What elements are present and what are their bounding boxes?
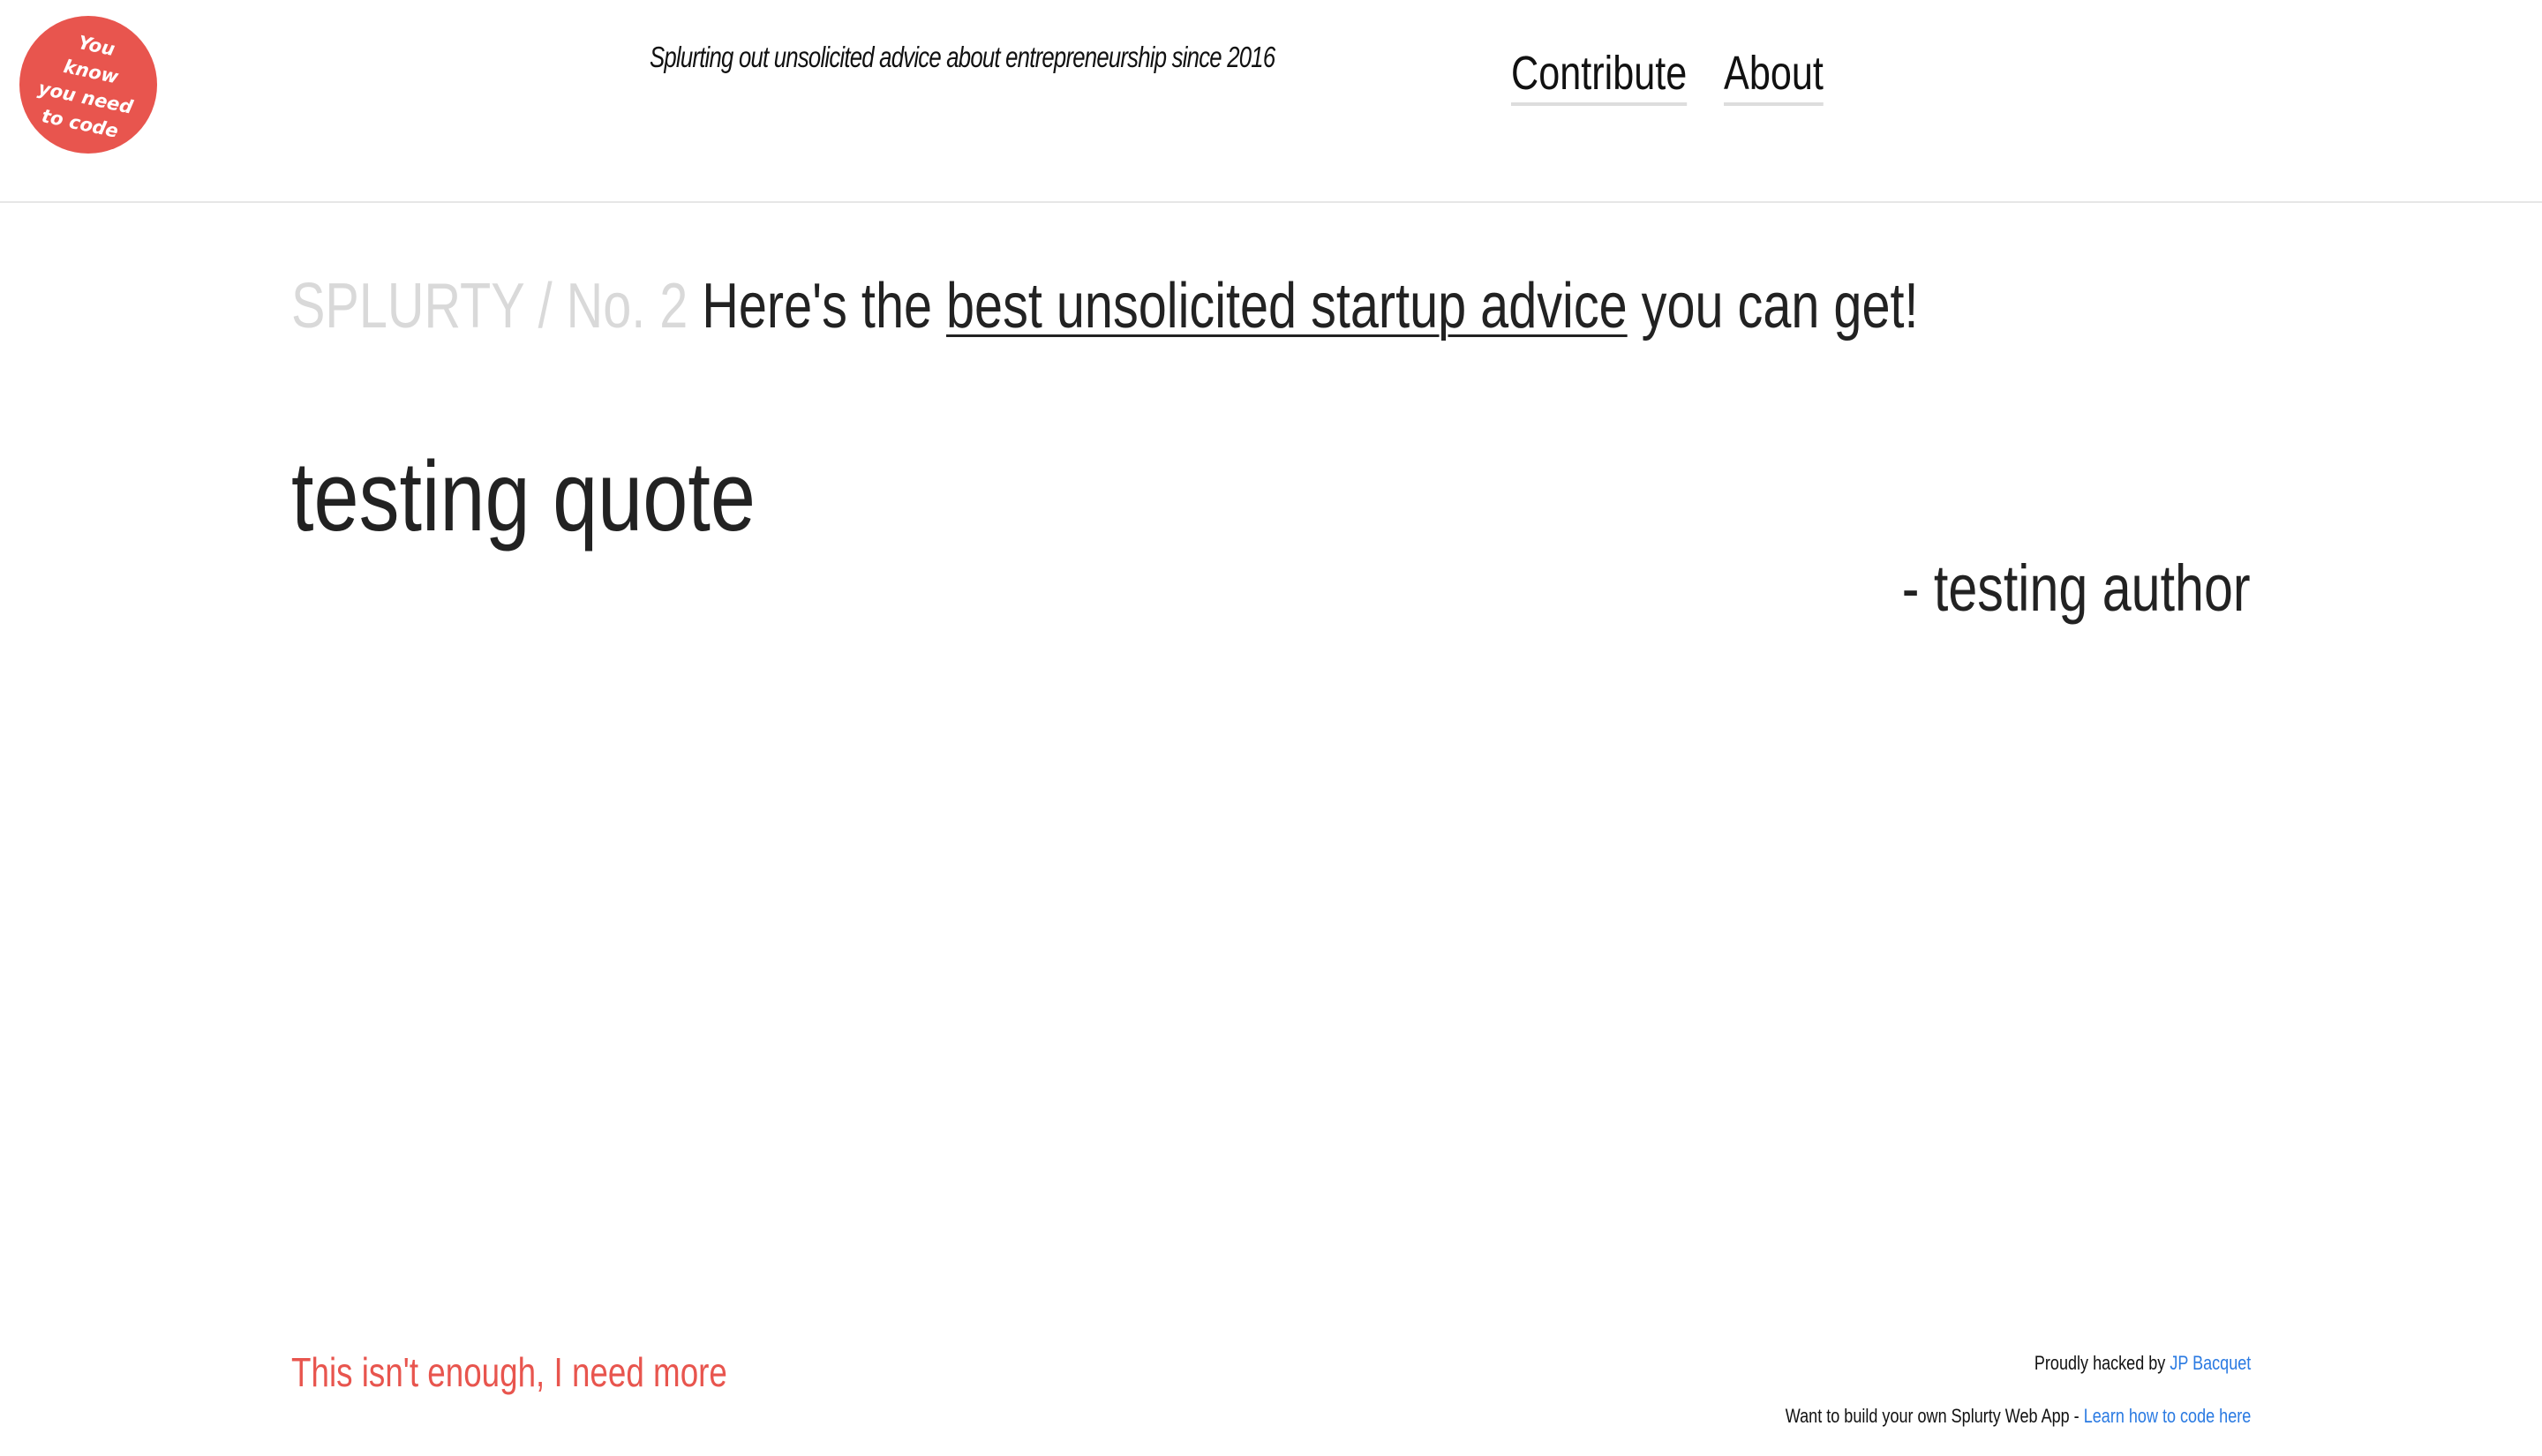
build-your-own-line: Want to build your own Splurty Web App -…	[1786, 1405, 2251, 1456]
issue-label: SPLURTY / No. 2	[291, 271, 688, 341]
hacked-by-text: Proudly hacked by	[2034, 1352, 2166, 1374]
hacked-by-line: Proudly hacked by JP Bacquet	[1786, 1352, 2251, 1405]
author-link[interactable]: JP Bacquet	[2170, 1352, 2251, 1374]
page: You know you need to code Splurting out …	[0, 0, 2542, 1456]
footer-credits: Proudly hacked by JP Bacquet Want to bui…	[1683, 1352, 2251, 1456]
startup-advice-link[interactable]: best unsolicited startup advice	[946, 271, 1628, 341]
more-quotes-link[interactable]: This isn't enough, I need more	[291, 1348, 727, 1396]
badge-text: You know you need to code	[36, 31, 135, 142]
headline-suffix: you can get!	[1641, 271, 1919, 341]
site-header: You know you need to code Splurting out …	[0, 0, 2542, 203]
quote-text: testing quote	[291, 441, 756, 552]
code-badge-link[interactable]: You know you need to code	[19, 16, 157, 154]
headline-prefix: Here's the	[702, 271, 933, 341]
nav-about-link[interactable]: About	[1724, 46, 1824, 106]
page-headline: SPLURTY / No. 2 Here's the best unsolici…	[291, 270, 1919, 342]
site-tagline: Splurting out unsolicited advice about e…	[650, 41, 1275, 73]
build-your-own-text: Want to build your own Splurty Web App -	[1785, 1405, 2079, 1427]
learn-to-code-link[interactable]: Learn how to code here	[2083, 1405, 2251, 1427]
quote-author: - testing author	[1902, 552, 2251, 625]
nav-contribute-link[interactable]: Contribute	[1511, 46, 1688, 106]
main-nav: Contribute About	[1511, 46, 1848, 106]
